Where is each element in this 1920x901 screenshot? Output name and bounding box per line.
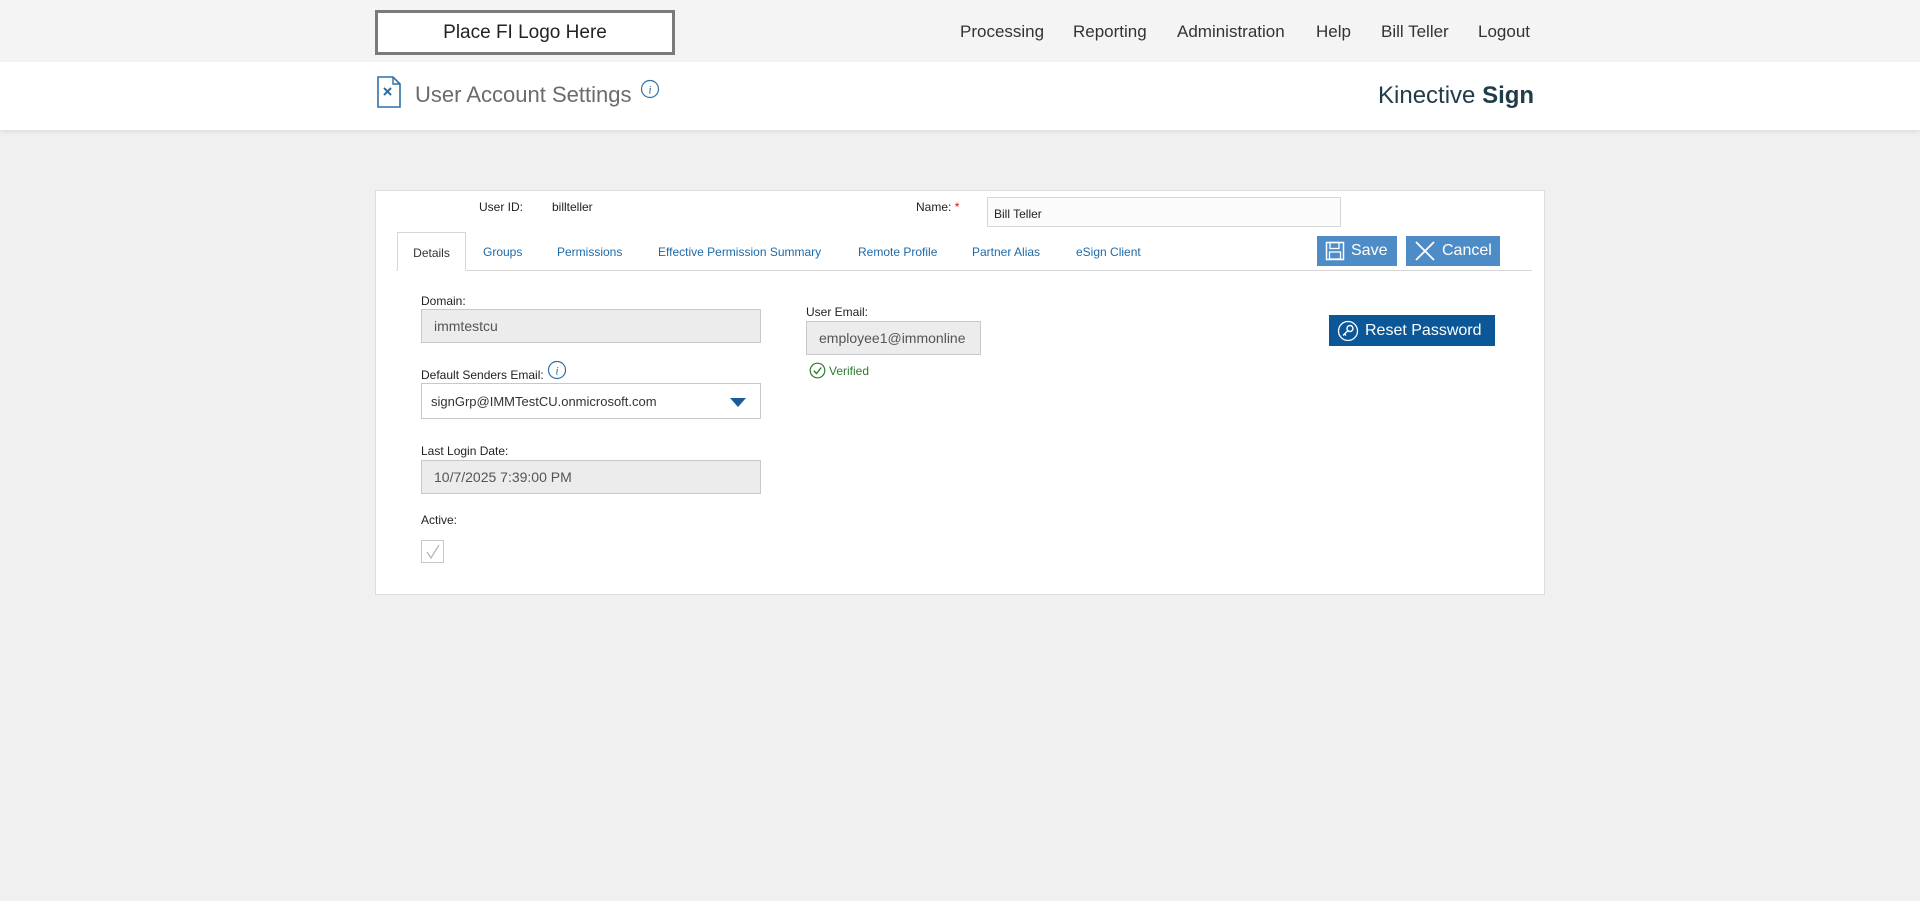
active-checkbox[interactable] <box>421 540 444 563</box>
tab-details[interactable]: Details <box>397 232 466 271</box>
user-id-value: billteller <box>552 200 593 214</box>
kinective-sign-logo: Kinective Sign <box>1378 82 1535 109</box>
verified-status: Verified <box>809 362 869 379</box>
tab-esign-client[interactable]: eSign Client <box>1076 232 1141 271</box>
info-icon[interactable]: i <box>547 360 567 380</box>
page-header: User Account Settings i Kinective Sign <box>0 62 1920 130</box>
verified-text: Verified <box>829 363 870 378</box>
required-marker: * <box>954 200 960 214</box>
user-email-field: employee1@immonline <box>806 321 981 355</box>
name-label: Name: * <box>916 200 960 214</box>
tab-groups[interactable]: Groups <box>483 232 522 271</box>
user-id-label: User ID: <box>479 200 524 214</box>
reset-password-button[interactable]: Reset Password <box>1329 315 1495 346</box>
nav-reporting[interactable]: Reporting <box>1073 22 1147 42</box>
tab-permissions[interactable]: Permissions <box>557 232 622 271</box>
check-icon <box>425 544 440 559</box>
reset-password-label: Reset Password <box>1365 321 1482 339</box>
nav-logout[interactable]: Logout <box>1478 22 1530 42</box>
domain-label: Domain: <box>421 294 466 308</box>
last-login-field: 10/7/2025 7:39:00 PM <box>421 460 761 494</box>
tab-partner-alias[interactable]: Partner Alias <box>972 232 1040 271</box>
active-label: Active: <box>421 513 458 527</box>
svg-text:i: i <box>648 83 651 97</box>
document-sign-icon <box>377 76 401 108</box>
nav-processing[interactable]: Processing <box>960 22 1044 42</box>
chevron-down-icon <box>730 398 746 407</box>
top-nav-bar: Place FI Logo Here Processing Reporting … <box>0 0 1920 62</box>
info-icon[interactable]: i <box>640 79 660 99</box>
user-settings-card: User ID: billteller Name: * Bill Teller … <box>375 190 1545 595</box>
default-senders-email-value: signGrp@IMMTestCU.onmicrosoft.com <box>431 393 657 409</box>
save-icon <box>1325 241 1345 261</box>
default-senders-email-label: Default Senders Email: <box>421 368 544 382</box>
tab-effective-permission-summary[interactable]: Effective Permission Summary <box>658 232 821 271</box>
fi-logo-placeholder: Place FI Logo Here <box>375 10 675 55</box>
nav-administration[interactable]: Administration <box>1177 22 1285 42</box>
nav-help[interactable]: Help <box>1316 22 1351 42</box>
page-title: User Account Settings <box>415 82 632 107</box>
svg-text:i: i <box>555 364 558 378</box>
verified-check-icon <box>809 362 826 379</box>
user-email-label: User Email: <box>806 305 869 319</box>
cancel-button[interactable]: Cancel <box>1406 236 1500 266</box>
domain-field: immtestcu <box>421 309 761 343</box>
save-button[interactable]: Save <box>1317 236 1397 266</box>
name-field[interactable]: Bill Teller <box>987 197 1341 227</box>
cancel-label: Cancel <box>1442 242 1492 259</box>
close-icon <box>1415 241 1435 261</box>
nav-user-name[interactable]: Bill Teller <box>1381 22 1449 42</box>
tab-remote-profile[interactable]: Remote Profile <box>858 232 937 271</box>
default-senders-email-select[interactable]: signGrp@IMMTestCU.onmicrosoft.com <box>421 383 761 419</box>
save-label: Save <box>1351 242 1388 259</box>
last-login-label: Last Login Date: <box>421 444 509 458</box>
key-icon <box>1337 320 1359 341</box>
